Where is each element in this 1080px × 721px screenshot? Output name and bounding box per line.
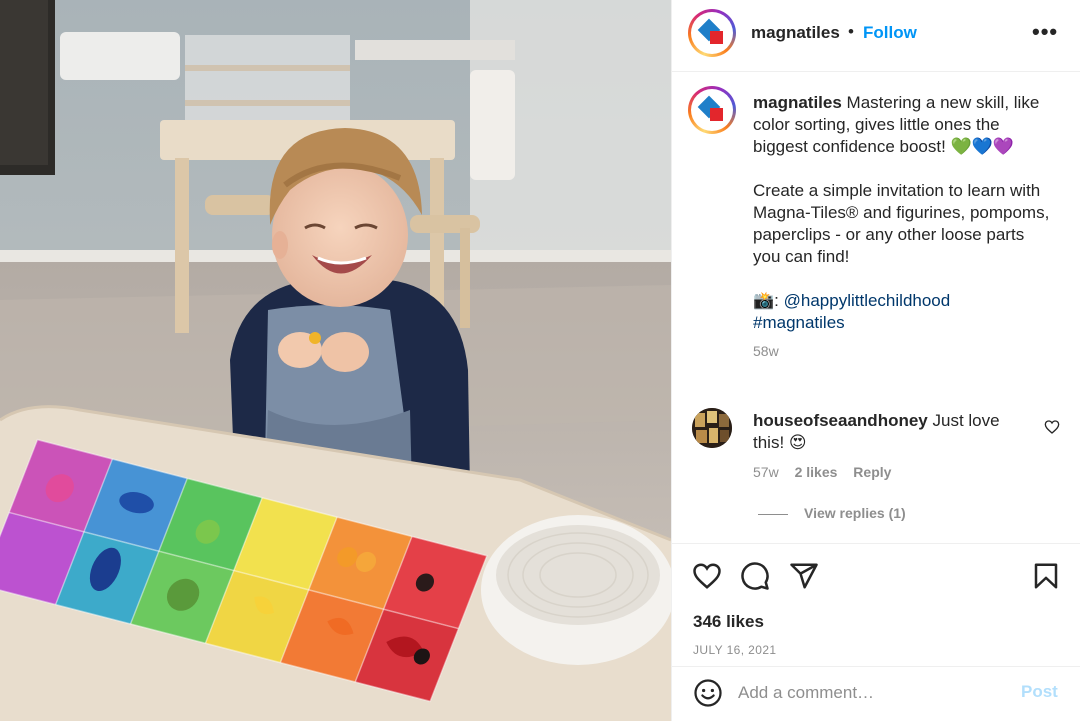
paper-plane-icon[interactable] (789, 561, 819, 591)
caption-avatar[interactable] (688, 86, 736, 134)
caption-username[interactable]: magnatiles (753, 93, 842, 112)
post-photo[interactable] (0, 0, 671, 721)
comment-meta: 57w 2 likes Reply (753, 464, 903, 480)
post-header: magnatiles • Follow ••• (672, 0, 1080, 72)
commenter-avatar[interactable] (692, 408, 732, 448)
comment-likes[interactable]: 2 likes (795, 464, 838, 480)
more-options-icon[interactable]: ••• (1032, 21, 1058, 43)
view-replies-label: View replies (1) (804, 505, 906, 521)
header-separator: • (848, 22, 854, 41)
post-comment-button[interactable]: Post (1021, 682, 1058, 702)
profile-avatar[interactable] (688, 9, 736, 57)
caption-age[interactable]: 58w (753, 343, 779, 359)
header-username[interactable]: magnatiles (751, 23, 840, 43)
add-comment-bar: Post (672, 666, 1080, 721)
likes-count[interactable]: 346 likes (693, 612, 764, 632)
follow-button[interactable]: Follow (863, 23, 917, 43)
mention-link[interactable]: @happylittlechildhood (784, 291, 951, 310)
caption-line-2: Create a simple invitation to learn with… (753, 181, 1050, 266)
post-image-illustration (0, 0, 671, 721)
reply-button[interactable]: Reply (853, 464, 891, 480)
post-actions: 346 likes JULY 16, 2021 (672, 543, 1080, 673)
magnatiles-logo-icon (697, 95, 723, 121)
caption-text: magnatiles Mastering a new skill, like c… (753, 92, 1053, 362)
view-replies-button[interactable]: View replies (1) (758, 505, 906, 521)
heart-icon[interactable] (692, 561, 722, 591)
hashtag-link[interactable]: #magnatiles (753, 313, 845, 332)
comment-text: houseofseaandhoney Just love this! 😍 (753, 410, 1023, 454)
comment-input[interactable] (738, 680, 1008, 706)
camera-emoji: 📸: (753, 291, 779, 310)
commenter-username[interactable]: houseofseaandhoney (753, 411, 928, 430)
emoji-icon[interactable] (693, 678, 723, 708)
post-date[interactable]: JULY 16, 2021 (693, 643, 776, 657)
magnatiles-logo-icon (697, 18, 723, 44)
comment-bubble-icon[interactable] (740, 561, 770, 591)
comment-age[interactable]: 57w (753, 464, 779, 480)
replies-divider (758, 513, 788, 515)
comment-like-heart-icon[interactable] (1044, 419, 1060, 435)
commenter-avatar-image (692, 408, 732, 448)
bookmark-icon[interactable] (1031, 561, 1061, 591)
post-side-panel: magnatiles • Follow ••• magnatiles Maste… (671, 0, 1080, 721)
